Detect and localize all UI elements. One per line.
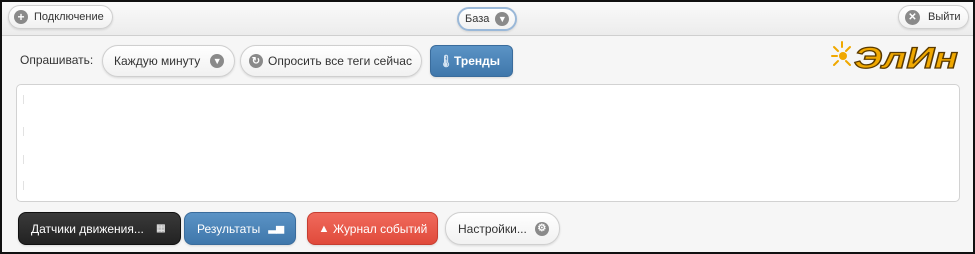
poll-interval-value: Каждую минуту: [114, 54, 201, 68]
gear-icon: ⚙: [534, 221, 549, 236]
panel-gridline: [23, 181, 24, 190]
panel-gridline: [23, 95, 24, 104]
trends-button[interactable]: 🌡︎ Тренды: [430, 45, 513, 77]
connect-label: Подключение: [34, 11, 104, 23]
poll-interval-select[interactable]: Каждую минуту ▼: [102, 45, 236, 77]
settings-button[interactable]: Настройки... ⚙: [445, 212, 560, 245]
panel-gridline: [23, 127, 24, 136]
results-button[interactable]: Результаты ▂▅: [184, 212, 297, 245]
warning-icon: ▲: [318, 222, 330, 235]
connect-button[interactable]: + Подключение: [8, 5, 113, 29]
bar-chart-icon: ▂▅: [268, 223, 284, 234]
company-logo: ЭлИн: [831, 41, 959, 74]
close-circle-icon: ✕: [905, 9, 920, 25]
logo-text: ЭлИн: [854, 42, 958, 74]
settings-label: Настройки...: [458, 221, 527, 236]
refresh-icon: ↻: [249, 54, 263, 68]
grid-icon: ▦: [156, 223, 166, 234]
results-label: Результаты: [197, 221, 261, 236]
event-log-button[interactable]: ▲ Журнал событий: [307, 212, 439, 245]
thermometer-icon: 🌡︎: [438, 54, 454, 68]
poll-label: Опрашивать:: [20, 53, 94, 67]
motion-sensors-button[interactable]: Датчики движения... ▦: [18, 212, 181, 245]
panel-gridline: [23, 155, 24, 164]
content-panel: [16, 84, 960, 202]
chevron-down-icon: ▼: [495, 12, 510, 26]
event-log-label: Журнал событий: [333, 221, 428, 236]
chevron-down-icon: ▼: [210, 54, 225, 68]
exit-button[interactable]: ✕ Выйти: [898, 5, 969, 29]
poll-all-button[interactable]: ↻ Опросить все теги сейчас: [240, 45, 422, 77]
base-select-button[interactable]: База ▼: [457, 7, 518, 31]
motion-sensors-label: Датчики движения...: [31, 221, 144, 236]
app-window: + Подключение База ▼ ✕ Выйти Опрашивать:…: [0, 0, 975, 254]
sun-icon: [831, 41, 851, 66]
base-label: База: [465, 13, 490, 25]
plus-circle-icon: +: [14, 10, 28, 24]
top-bar: + Подключение База ▼ ✕ Выйти: [2, 2, 973, 36]
exit-label: Выйти: [928, 11, 961, 23]
poll-all-label: Опросить все теги сейчас: [268, 54, 412, 68]
trends-label: Тренды: [454, 54, 500, 68]
